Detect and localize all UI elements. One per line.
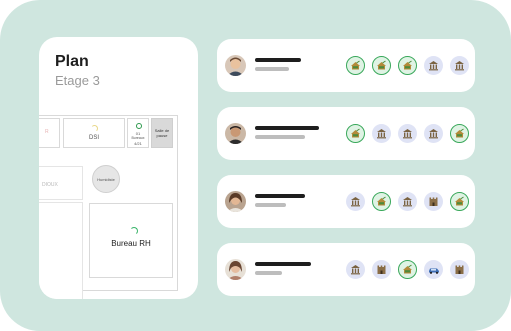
room-dsi[interactable]: DSI: [63, 118, 125, 148]
room-salle-de-pause[interactable]: Salle de pause: [151, 118, 173, 148]
loading-indicator-icon: [130, 227, 138, 235]
checked-office-icon[interactable]: [372, 56, 391, 75]
checked-office-icon[interactable]: [372, 192, 391, 211]
role-placeholder: [255, 67, 289, 71]
room-label: Salle de pause: [154, 128, 170, 138]
floor-plan-card: Plan Etage 3 R DSI 01 Bureaux 4/21 Salle…: [39, 37, 198, 299]
wall: [177, 115, 178, 290]
day-status-list: [346, 56, 469, 75]
person-row[interactable]: [217, 175, 475, 228]
person-row[interactable]: [217, 243, 475, 296]
checked-office-icon[interactable]: [398, 260, 417, 279]
name-placeholder: [255, 58, 301, 62]
day-status-list: [346, 192, 469, 211]
office-building-icon[interactable]: [424, 56, 443, 75]
office-building-icon[interactable]: [450, 56, 469, 75]
checked-office-icon[interactable]: [450, 192, 469, 211]
avatar: [225, 123, 246, 144]
room-bureau-rh[interactable]: Bureau RH: [89, 203, 173, 278]
day-status-list: [346, 124, 469, 143]
avatar: [225, 55, 246, 76]
plan-title: Plan: [55, 53, 89, 70]
room-lower-left[interactable]: [39, 202, 83, 299]
checked-office-icon[interactable]: [346, 124, 365, 143]
room-label: Bureaux: [131, 136, 145, 140]
office-building-icon[interactable]: [372, 124, 391, 143]
zone-label: Humidiste: [97, 177, 115, 182]
castle-icon[interactable]: [424, 192, 443, 211]
floor-plan: R DSI 01 Bureaux 4/21 Salle de pause DIO…: [39, 115, 198, 299]
role-placeholder: [255, 271, 282, 275]
checked-office-icon[interactable]: [346, 56, 365, 75]
office-building-icon[interactable]: [346, 192, 365, 211]
name-placeholder: [255, 126, 319, 130]
room-left[interactable]: R: [39, 118, 60, 148]
checked-office-icon[interactable]: [450, 124, 469, 143]
plan-floor-label: Etage 3: [55, 73, 100, 88]
office-building-icon[interactable]: [346, 260, 365, 279]
checked-office-icon[interactable]: [398, 56, 417, 75]
avatar: [225, 191, 246, 212]
castle-icon[interactable]: [372, 260, 391, 279]
room-label: DSI: [88, 135, 99, 141]
room-occupancy: 4/21: [134, 141, 142, 146]
castle-icon[interactable]: [450, 260, 469, 279]
office-building-icon[interactable]: [398, 124, 417, 143]
car-icon[interactable]: [424, 260, 443, 279]
name-placeholder: [255, 262, 311, 266]
day-status-list: [346, 260, 469, 279]
status-ring-icon: [136, 123, 142, 129]
zone-humidiste[interactable]: Humidiste: [92, 165, 120, 193]
room-label: R: [45, 129, 49, 135]
person-row[interactable]: [217, 107, 475, 160]
loading-indicator-icon: [91, 125, 98, 132]
room-label: Bureau RH: [111, 239, 151, 248]
office-building-icon[interactable]: [424, 124, 443, 143]
person-row[interactable]: [217, 39, 475, 92]
role-placeholder: [255, 135, 305, 139]
role-placeholder: [255, 203, 286, 207]
name-placeholder: [255, 194, 305, 198]
room-bureaux[interactable]: 01 Bureaux 4/21: [127, 118, 149, 148]
room-corridor[interactable]: DIOUX: [39, 166, 83, 200]
office-building-icon[interactable]: [398, 192, 417, 211]
avatar: [225, 259, 246, 280]
wall: [39, 115, 178, 116]
room-label: DIOUX: [42, 182, 58, 188]
